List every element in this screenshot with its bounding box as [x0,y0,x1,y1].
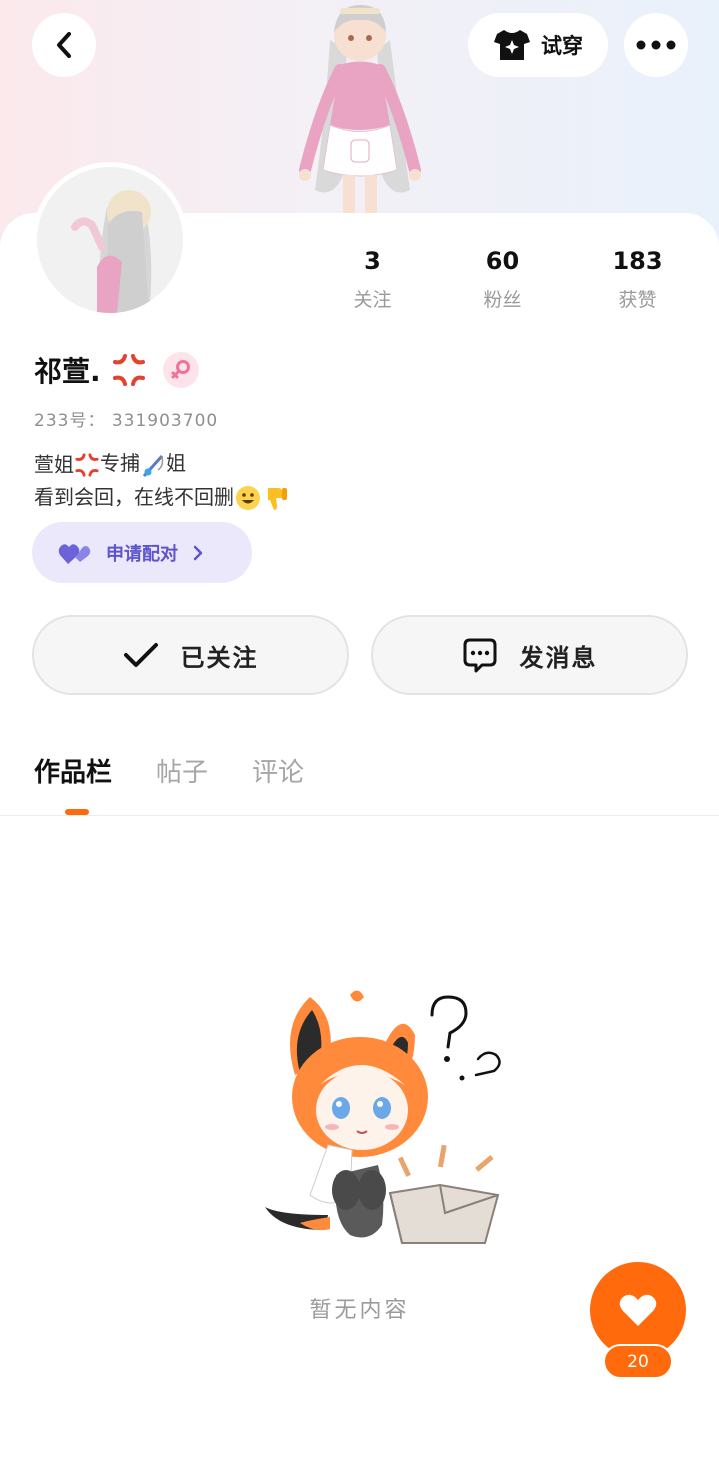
like-count-badge: 20 [603,1344,673,1379]
stat-followers[interactable]: 60 粉丝 [435,245,570,312]
send-message-label: 发消息 [519,643,598,672]
thumbs-down-emoji-icon [268,488,287,510]
avatar[interactable] [32,162,188,318]
fishing-pole-emoji-icon [142,454,164,477]
anger-emoji-icon [112,354,145,386]
double-heart-icon [58,543,91,564]
bio-text: 看到会回，在线不回删 [34,484,234,509]
profile-stats: 3 关注 60 粉丝 183 获赞 [310,245,710,312]
stat-value: 183 [612,247,663,275]
chevron-left-icon [57,32,71,58]
bio-line-2: 看到会回，在线不回删 [34,481,290,513]
stat-value: 3 [364,247,381,275]
grinning-face-emoji-icon [236,486,260,510]
back-button[interactable] [32,13,96,77]
heart-icon [619,1294,657,1326]
more-dots-icon [636,40,676,50]
bio-text: 专捕 [100,451,140,475]
tab-posts[interactable]: 帖子 [156,752,208,789]
apply-pair-button[interactable]: 申请配对 [32,522,252,583]
avatar-3d-character [299,5,421,215]
profile-name: 祁萱. [34,355,101,388]
name-row: 祁萱. [34,350,199,390]
bio-text: 姐 [166,451,186,475]
chevron-right-icon [193,545,203,560]
bio-text: 萱姐 [34,452,74,477]
stat-label: 粉丝 [483,289,522,311]
followed-button[interactable]: 已关注 [32,615,349,695]
tab-divider [0,815,719,816]
shirt-sparkle-icon [494,30,530,60]
profile-bio: 萱姐 专捕 姐 看到会回，在线不回删 [34,447,290,513]
bio-line-1: 萱姐 专捕 姐 [34,447,290,481]
send-message-button[interactable]: 发消息 [371,615,688,695]
try-on-label: 试穿 [541,34,583,58]
stat-label: 关注 [353,289,392,311]
avatar-image [37,167,183,313]
stat-likes[interactable]: 183 获赞 [570,245,705,312]
female-gender-icon [162,352,199,388]
stat-following[interactable]: 3 关注 [310,245,435,312]
followed-label: 已关注 [180,643,259,672]
stat-value: 60 [485,247,520,275]
checkmark-icon [123,643,158,667]
chat-bubble-icon [463,638,496,673]
try-on-button[interactable]: 试穿 [468,13,608,77]
empty-state-illustration [265,990,501,1244]
anger-emoji-icon [75,452,99,477]
apply-pair-label: 申请配对 [106,543,178,565]
user-id: 233号： 331903700 [34,411,219,431]
more-options-button[interactable] [624,13,688,77]
tab-comments[interactable]: 评论 [252,752,304,789]
stat-label: 获赞 [618,289,657,311]
profile-tabs: 作品栏 帖子 评论 [34,752,304,789]
tab-works[interactable]: 作品栏 [34,752,112,789]
